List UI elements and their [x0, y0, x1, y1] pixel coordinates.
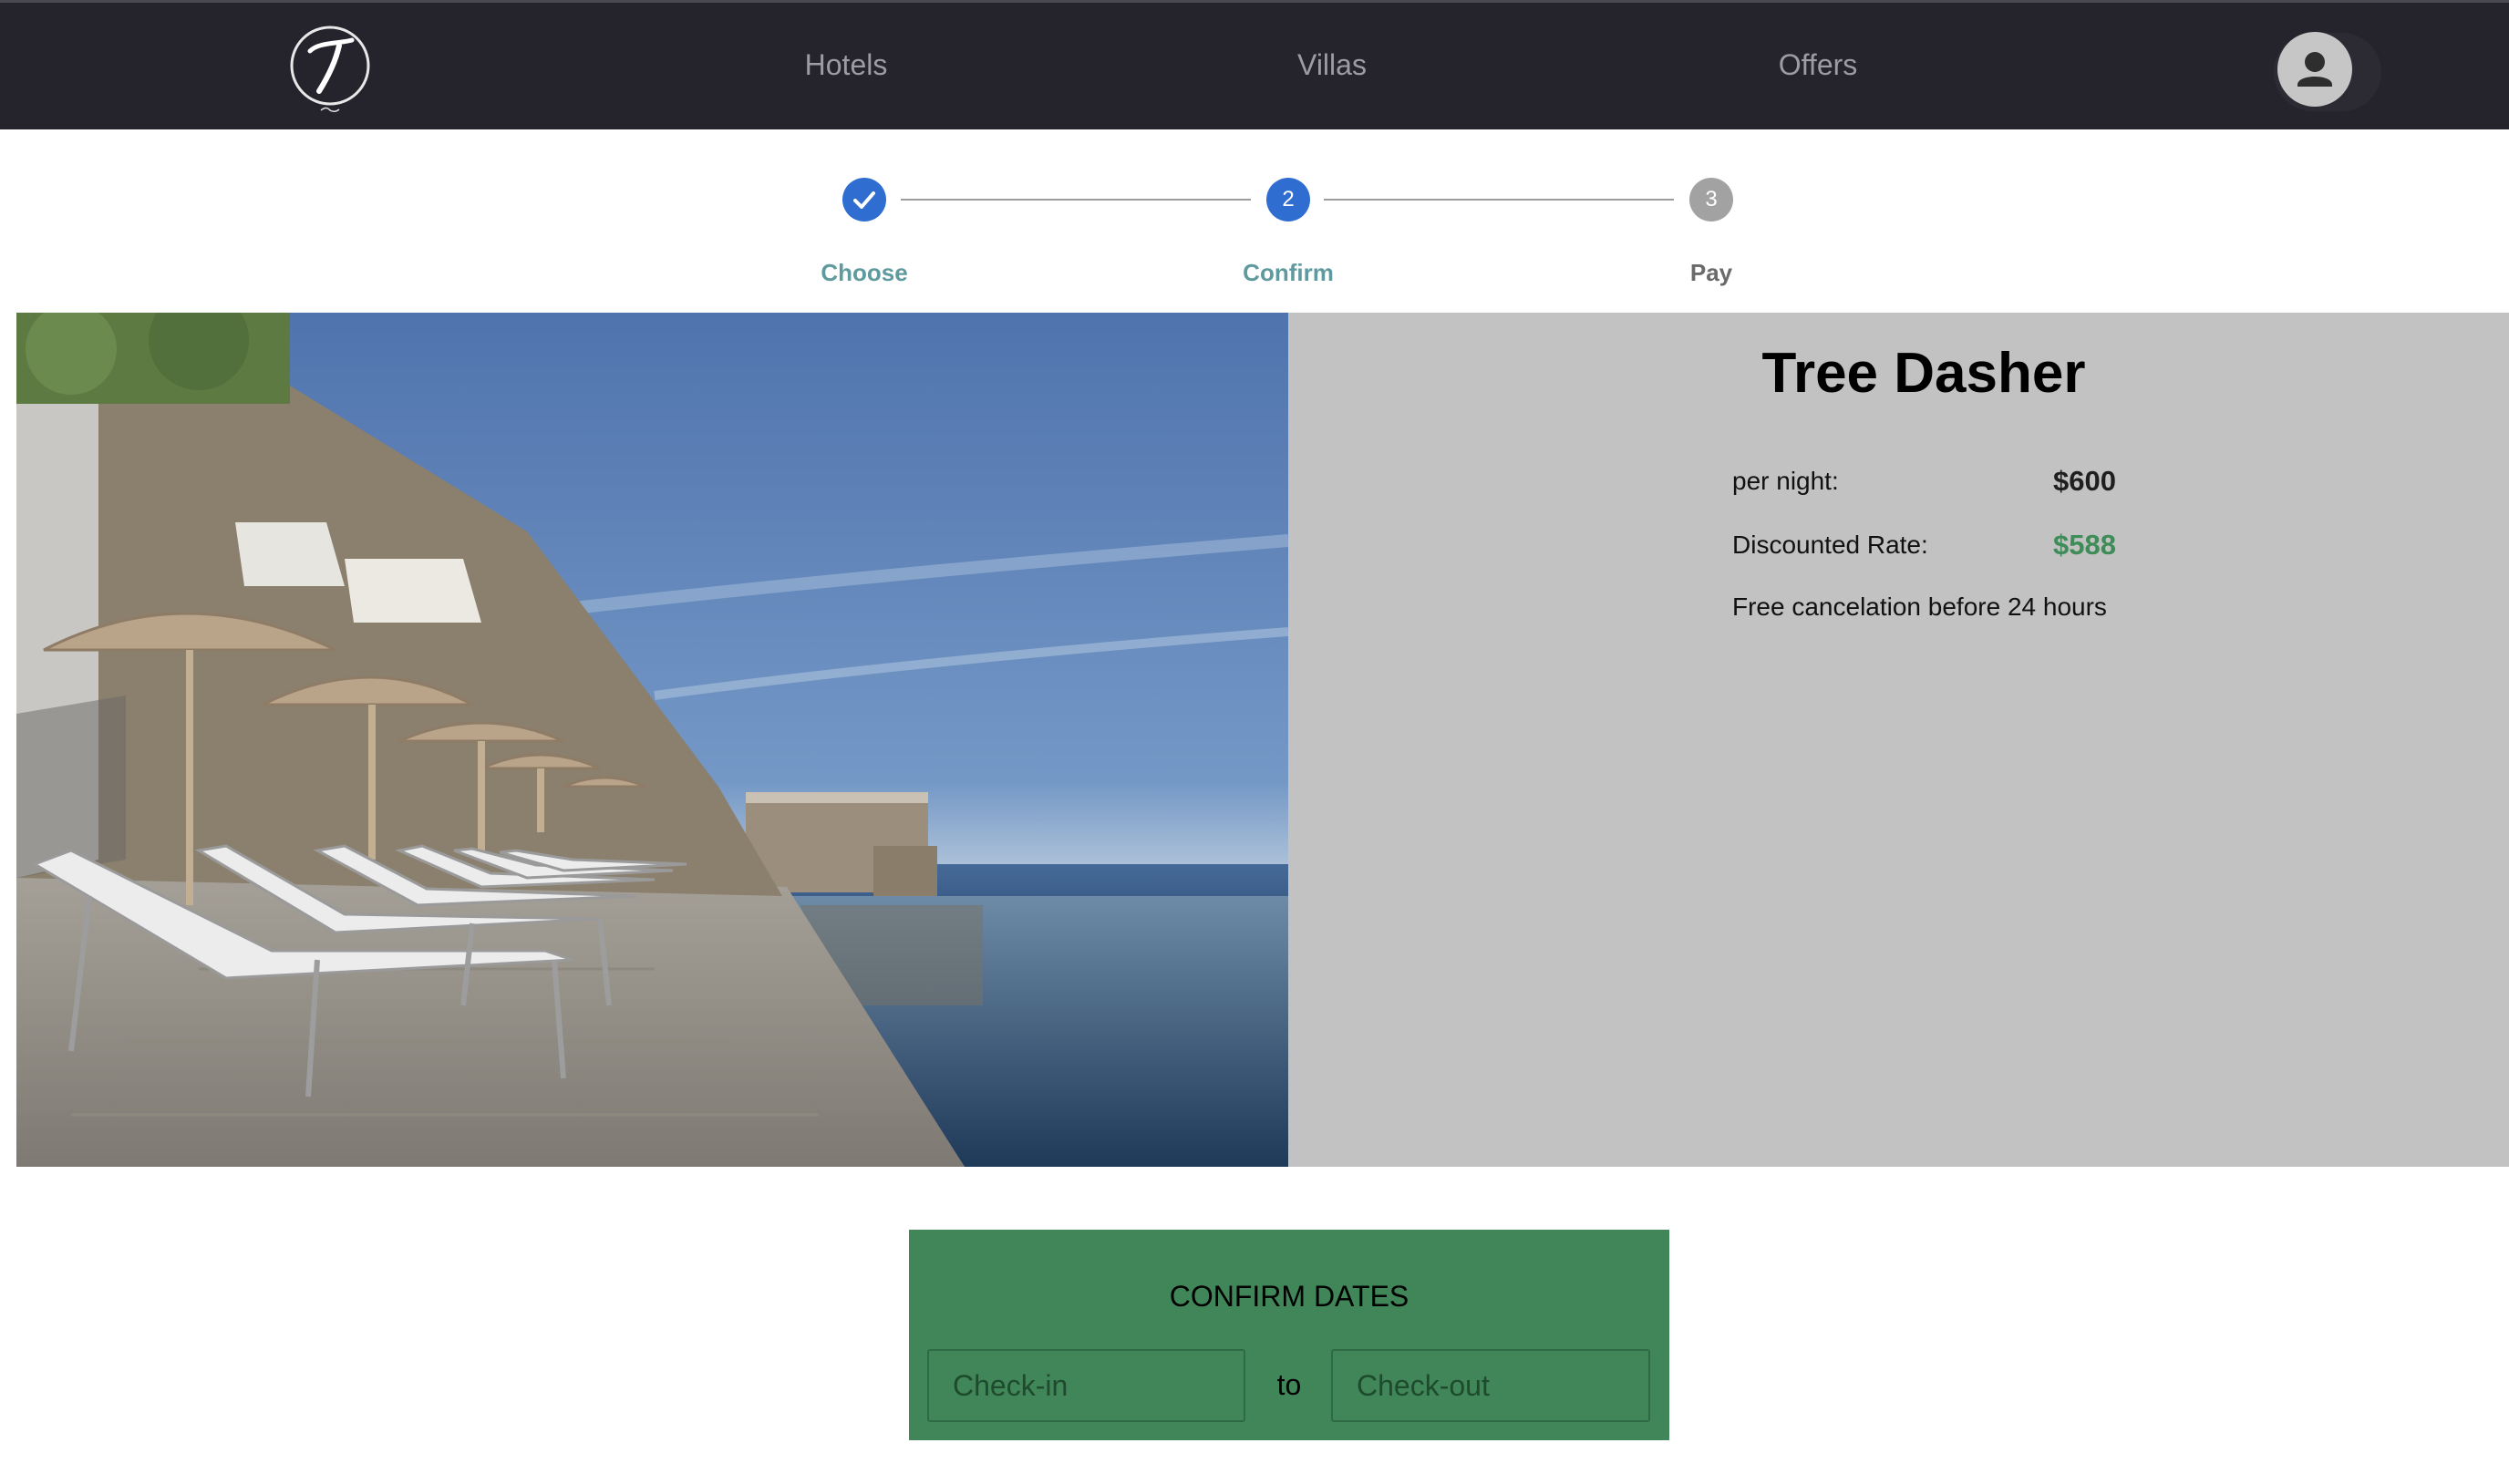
confirm-dates-form: CONFIRM DATES to: [909, 1230, 1669, 1440]
villa-photo: [16, 313, 1288, 1167]
check-out-input[interactable]: [1331, 1349, 1650, 1422]
check-icon: [853, 191, 875, 209]
confirm-dates-title: CONFIRM DATES: [1169, 1280, 1409, 1313]
date-range-separator: to: [1276, 1368, 1302, 1401]
step-3-pay-marker: 3: [1689, 178, 1733, 222]
nav-link-villas[interactable]: Villas: [1297, 48, 1367, 82]
user-avatar-button[interactable]: [2277, 32, 2352, 107]
step-1-label[interactable]: Choose: [821, 259, 907, 287]
discounted-rate-price: $588: [2053, 529, 2116, 561]
user-icon: [2297, 52, 2332, 87]
villa-info-panel: [1288, 313, 2509, 1167]
discounted-rate-label: Discounted Rate:: [1732, 531, 1928, 559]
stepper-connector: [901, 199, 1251, 201]
check-in-input[interactable]: [927, 1349, 1245, 1422]
step-1-choose-marker[interactable]: [842, 178, 886, 222]
cancellation-policy: Free cancelation before 24 hours: [1732, 593, 2107, 621]
per-night-label: per night:: [1732, 467, 1839, 495]
step-2-label[interactable]: Confirm: [1243, 259, 1334, 287]
nav-link-offers[interactable]: Offers: [1779, 48, 1858, 82]
step-3-label: Pay: [1689, 259, 1733, 286]
per-night-price: $600: [2053, 465, 2116, 497]
top-navbar: Hotels Villas Offers: [0, 0, 2509, 129]
stepper-connector: [1324, 199, 1674, 201]
villa-name: Tree Dasher: [1761, 342, 2086, 405]
nav-link-hotels[interactable]: Hotels: [805, 48, 888, 82]
brand-logo-icon[interactable]: [288, 20, 372, 119]
step-2-confirm-marker[interactable]: 2: [1266, 178, 1310, 222]
